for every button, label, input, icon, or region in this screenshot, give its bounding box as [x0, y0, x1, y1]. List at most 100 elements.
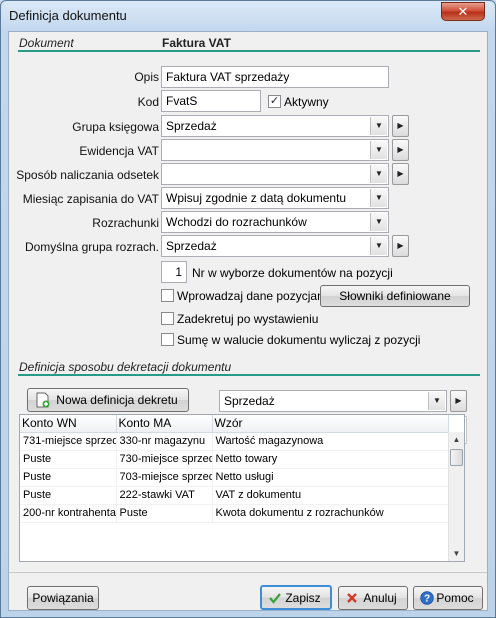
document-header: Dokument Faktura VAT	[18, 36, 480, 52]
cell-wzor: Netto usługi	[212, 468, 449, 487]
cell-konto-ma: 330-nr magazynu	[116, 432, 213, 451]
zadekretuj-label: Zadekretuj po wystawieniu	[177, 312, 319, 326]
chevron-down-icon[interactable]: ▼	[370, 117, 387, 135]
nr-wyboru-label: Nr w wyborze dokumentów na pozycji	[192, 266, 393, 280]
dekretacja-header: Definicja sposobu dekretacji dokumentu	[18, 360, 480, 376]
pomoc-button[interactable]: ? Pomoc	[413, 586, 483, 610]
table-row[interactable]: Puste 730-miejsce sprzed. Netto towary	[20, 450, 449, 469]
title-bar[interactable]: Definicja dokumentu ✕	[1, 1, 495, 31]
anuluj-button[interactable]: Anuluj	[338, 586, 408, 610]
dialog-body: Dokument Faktura VAT Opis Faktura VAT sp…	[8, 31, 488, 611]
zapisz-button[interactable]: Zapisz	[260, 585, 332, 610]
sposob-naliczania-more-button[interactable]: ▶	[392, 163, 409, 185]
window-title: Definicja dokumentu	[9, 8, 127, 23]
domyslna-grupa-combo[interactable]: Sprzedaż ▼	[161, 235, 389, 257]
dekret-group-combo[interactable]: Sprzedaż ▼	[219, 390, 447, 412]
cancel-x-icon	[347, 593, 357, 603]
rozrachunki-label: Rozrachunki	[92, 216, 159, 230]
cell-konto-ma: 730-miejsce sprzed.	[116, 450, 213, 469]
column-konto-wn[interactable]: Konto WN	[20, 415, 117, 433]
ewidencja-vat-more-button[interactable]: ▶	[392, 139, 409, 161]
cell-wzor: Kwota dokumentu z rozrachunków	[212, 504, 449, 523]
column-konto-ma[interactable]: Konto MA	[116, 415, 213, 433]
cell-konto-wn: Puste	[20, 468, 117, 487]
nr-wyboru-input[interactable]: 1	[161, 261, 187, 283]
dekret-group-more-button[interactable]: ▶	[450, 390, 467, 412]
kod-input[interactable]: FvatS	[161, 90, 261, 112]
dialog-window: Definicja dokumentu ✕ Dokument Faktura V…	[0, 0, 496, 618]
miesiac-vat-label: Miesiąc zapisania do VAT	[22, 192, 159, 206]
document-label: Dokument	[19, 36, 74, 50]
scroll-up-icon[interactable]: ▲	[449, 432, 464, 447]
aktywny-checkbox[interactable]: ✓	[268, 95, 281, 108]
new-document-icon	[36, 392, 50, 408]
aktywny-label: Aktywny	[284, 95, 329, 109]
scroll-down-icon[interactable]: ▼	[449, 546, 464, 561]
grupa-ksiegowa-label: Grupa księgowa	[72, 120, 159, 134]
powiazania-button[interactable]: Powiązania	[27, 586, 99, 610]
miesiac-vat-combo[interactable]: Wpisuj zgodnie z datą dokumentu ▼	[161, 187, 389, 209]
chevron-down-icon[interactable]: ▼	[370, 189, 387, 207]
table-row[interactable]: Puste 222-stawki VAT VAT z dokumentu	[20, 486, 449, 505]
cell-konto-wn: Puste	[20, 450, 117, 469]
table-row[interactable]: 200-nr kontrahenta Puste Kwota dokumentu…	[20, 504, 449, 523]
dekret-table: Konto WN Konto MA Wzór 731-miejsce sprze…	[20, 415, 449, 523]
cell-wzor: VAT z dokumentu	[212, 486, 449, 505]
help-icon: ?	[420, 591, 434, 605]
table-row[interactable]: Puste 703-miejsce sprzed. Netto usługi	[20, 468, 449, 487]
kod-label: Kod	[137, 95, 159, 109]
scrollbar-thumb[interactable]	[450, 449, 463, 466]
nowa-definicja-dekretu-button[interactable]: Nowa definicja dekretu	[27, 388, 189, 412]
chevron-down-icon[interactable]: ▼	[370, 141, 387, 159]
dekret-table-header: Konto WN Konto MA Wzór	[20, 415, 449, 433]
cell-konto-ma: 222-stawki VAT	[116, 486, 213, 505]
close-button[interactable]: ✕	[441, 2, 485, 21]
grupa-ksiegowa-value: Sprzedaż	[166, 119, 217, 133]
anuluj-label: Anuluj	[363, 591, 397, 605]
cell-konto-wn: Puste	[20, 486, 117, 505]
document-type-value: Faktura VAT	[162, 36, 231, 50]
wprowadzaj-pozycjami-checkbox[interactable]	[161, 289, 174, 302]
nowa-definicja-dekretu-label: Nowa definicja dekretu	[56, 393, 178, 407]
grupa-ksiegowa-combo[interactable]: Sprzedaż ▼	[161, 115, 389, 137]
dekret-grid[interactable]: Konto WN Konto MA Wzór 731-miejsce sprze…	[19, 414, 465, 562]
chevron-down-icon[interactable]: ▼	[428, 392, 445, 410]
grid-vertical-scrollbar[interactable]: ▲ ▼	[448, 432, 464, 561]
zadekretuj-checkbox[interactable]	[161, 312, 174, 325]
dekretacja-section-label: Definicja sposobu dekretacji dokumentu	[19, 360, 232, 374]
rozrachunki-combo[interactable]: Wchodzi do rozrachunków ▼	[161, 211, 389, 233]
chevron-down-icon[interactable]: ▼	[370, 165, 387, 183]
dekret-group-value: Sprzedaż	[224, 394, 275, 408]
checkmark-icon	[269, 593, 281, 604]
column-wzor[interactable]: Wzór	[212, 415, 449, 433]
sume-w-walucie-label: Sumę w walucie dokumentu wyliczaj z pozy…	[177, 333, 421, 347]
chevron-down-icon[interactable]: ▼	[370, 213, 387, 231]
slowniki-definiowane-button[interactable]: Słowniki definiowane	[320, 285, 470, 307]
cell-konto-ma: 703-miejsce sprzed.	[116, 468, 213, 487]
cell-wzor: Wartość magazynowa	[212, 432, 449, 451]
sposob-naliczania-label: Sposób naliczania odsetek	[16, 168, 159, 182]
domyslna-grupa-value: Sprzedaż	[166, 239, 217, 253]
cell-wzor: Netto towary	[212, 450, 449, 469]
wprowadzaj-pozycjami-label: Wprowadzaj dane pozycjami	[177, 289, 330, 303]
ewidencja-vat-combo[interactable]: ▼	[161, 139, 389, 161]
ewidencja-vat-label: Ewidencja VAT	[79, 144, 159, 158]
cell-konto-ma: Puste	[116, 504, 213, 523]
pomoc-label: Pomoc	[436, 591, 474, 605]
domyslna-grupa-label: Domyślna grupa rozrach.	[24, 240, 159, 254]
opis-label: Opis	[134, 70, 159, 84]
svg-text:?: ?	[424, 594, 430, 605]
cell-konto-wn: 200-nr kontrahenta	[20, 504, 117, 523]
grupa-ksiegowa-more-button[interactable]: ▶	[392, 115, 409, 137]
footer-divider	[9, 572, 487, 573]
sposob-naliczania-combo[interactable]: ▼	[161, 163, 389, 185]
table-row[interactable]: 731-miejsce sprzed. 330-nr magazynu Wart…	[20, 432, 449, 451]
rozrachunki-value: Wchodzi do rozrachunków	[166, 215, 307, 229]
chevron-down-icon[interactable]: ▼	[370, 237, 387, 255]
sume-w-walucie-checkbox[interactable]	[161, 333, 174, 346]
opis-input[interactable]: Faktura VAT sprzedaży	[161, 66, 389, 88]
domyslna-grupa-more-button[interactable]: ▶	[392, 235, 409, 257]
cell-konto-wn: 731-miejsce sprzed.	[20, 432, 117, 451]
miesiac-vat-value: Wpisuj zgodnie z datą dokumentu	[166, 191, 347, 205]
zapisz-label: Zapisz	[285, 591, 321, 605]
